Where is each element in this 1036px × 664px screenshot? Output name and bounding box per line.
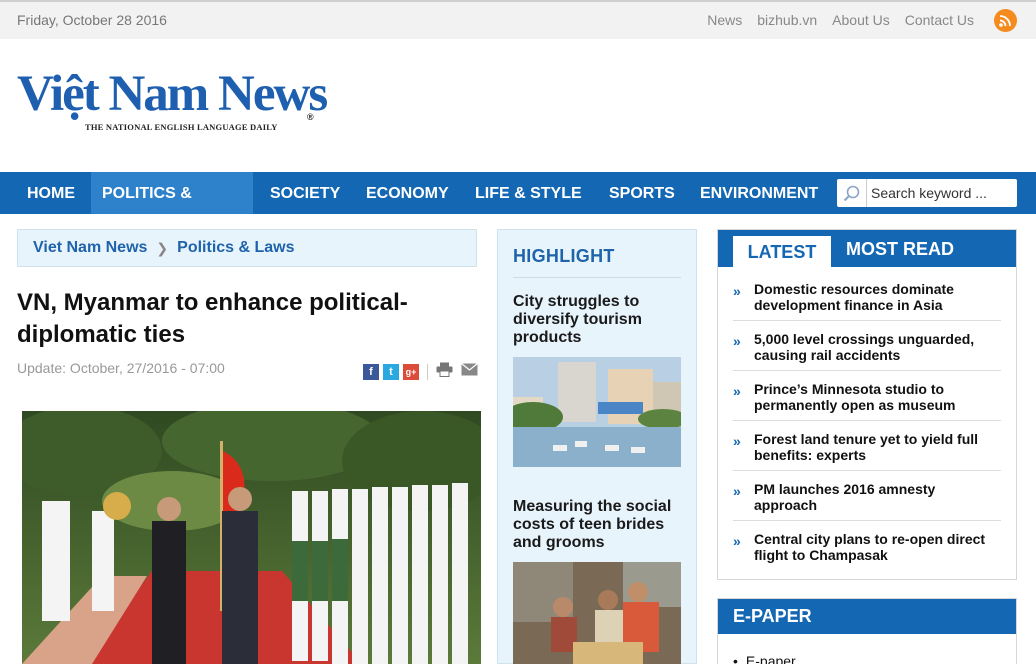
share-bar: f t g+ <box>363 362 478 382</box>
article-title: VN, Myanmar to enhance political-diploma… <box>17 289 408 348</box>
list-item[interactable]: » 5,000 level crossings unguarded, causi… <box>733 331 1001 371</box>
double-chevron-icon: » <box>733 533 741 549</box>
share-divider <box>427 364 428 380</box>
logo-wordmark: Việt Nam News <box>17 66 328 122</box>
double-chevron-icon: » <box>733 433 741 449</box>
epaper-link-label[interactable]: E-paper <box>746 653 796 664</box>
highlight-item-image[interactable] <box>513 357 681 467</box>
nav-item-life-style[interactable]: LIFE & STYLE <box>465 172 592 214</box>
breadcrumb: Viet Nam News ❯ Politics & Laws <box>17 229 477 267</box>
list-item[interactable]: » Prince’s Minnesota studio to permanent… <box>733 381 1001 421</box>
epaper-link[interactable]: • E-paper <box>733 653 796 664</box>
nav-item-economy[interactable]: ECONOMY <box>356 172 459 214</box>
top-link-contact-us[interactable]: Contact Us <box>905 12 974 28</box>
list-item-title[interactable]: Domestic resources dominate development … <box>754 281 1001 313</box>
double-chevron-icon: » <box>733 483 741 499</box>
print-icon[interactable] <box>436 362 453 382</box>
tab-latest[interactable]: LATEST <box>733 236 831 267</box>
search-input[interactable] <box>871 183 1011 203</box>
list-item-title[interactable]: Forest land tenure yet to yield full ben… <box>754 431 1001 463</box>
list-item-title[interactable]: Prince’s Minnesota studio to permanently… <box>754 381 1001 413</box>
list-item-title[interactable]: Central city plans to re-open direct fli… <box>754 531 1001 563</box>
double-chevron-icon: » <box>733 383 741 399</box>
top-bar: Friday, October 28 2016 News bizhub.vn A… <box>0 0 1036 39</box>
logo-registered-mark: ® <box>307 112 314 122</box>
chevron-right-icon: ❯ <box>156 239 169 256</box>
highlight-panel: HIGHLIGHT City struggles to diversify to… <box>497 229 697 664</box>
top-links: News bizhub.vn About Us Contact Us <box>707 12 974 28</box>
email-icon[interactable] <box>461 363 478 381</box>
article-photo[interactable] <box>22 411 481 664</box>
nav-item-home[interactable]: HOME <box>17 172 85 214</box>
list-item[interactable]: » PM launches 2016 amnesty approach <box>733 481 1001 521</box>
top-link-bizhub[interactable]: bizhub.vn <box>757 12 817 28</box>
highlight-item-title[interactable]: City struggles to diversify tourism prod… <box>513 293 683 347</box>
article-update-time: Update: October, 27/2016 - 07:00 <box>17 360 225 376</box>
current-date: Friday, October 28 2016 <box>17 12 167 28</box>
google-plus-icon[interactable]: g+ <box>403 364 419 380</box>
nav-item-politics-laws[interactable]: POLITICS & LAWS <box>91 172 253 246</box>
nav-item-sports[interactable]: SPORTS <box>599 172 685 214</box>
double-chevron-icon: » <box>733 283 741 299</box>
main-nav: HOME POLITICS & LAWS SOCIETY ECONOMY LIF… <box>0 172 1036 246</box>
top-link-about-us[interactable]: About Us <box>832 12 890 28</box>
search-icon[interactable] <box>837 179 867 207</box>
list-item[interactable]: » Forest land tenure yet to yield full b… <box>733 431 1001 471</box>
breadcrumb-section[interactable]: Politics & Laws <box>177 239 294 257</box>
breadcrumb-home[interactable]: Viet Nam News <box>33 239 147 257</box>
highlight-item-title[interactable]: Measuring the social costs of teen bride… <box>513 498 683 552</box>
bullet-icon: • <box>733 653 738 664</box>
epaper-panel: E-PAPER • E-paper <box>717 598 1017 664</box>
search-box <box>837 179 1017 207</box>
highlight-heading: HIGHLIGHT <box>513 246 615 266</box>
list-item[interactable]: » Domestic resources dominate developmen… <box>733 281 1001 321</box>
highlight-divider <box>513 277 681 278</box>
nav-item-environment[interactable]: ENVIRONMENT <box>690 172 828 214</box>
twitter-icon[interactable]: t <box>383 364 399 380</box>
list-item-title[interactable]: 5,000 level crossings unguarded, causing… <box>754 331 1001 363</box>
nav-item-society[interactable]: SOCIETY <box>260 172 350 214</box>
facebook-icon[interactable]: f <box>363 364 379 380</box>
epaper-heading: E-PAPER <box>718 599 1016 634</box>
rss-icon[interactable] <box>994 9 1017 32</box>
tab-most-read[interactable]: MOST READ <box>846 236 954 267</box>
site-logo[interactable]: Việt Nam News THE NATIONAL ENGLISH LANGU… <box>17 68 337 138</box>
latest-tabs: LATEST MOST READ <box>718 230 1016 267</box>
highlight-item-image[interactable] <box>513 562 681 664</box>
latest-panel: LATEST MOST READ » Domestic resources do… <box>717 229 1017 580</box>
list-item-title[interactable]: PM launches 2016 amnesty approach <box>754 481 1001 513</box>
logo-tagline: THE NATIONAL ENGLISH LANGUAGE DAILY <box>85 122 278 132</box>
list-item[interactable]: » Central city plans to re-open direct f… <box>733 531 1001 571</box>
double-chevron-icon: » <box>733 333 741 349</box>
top-link-news[interactable]: News <box>707 12 742 28</box>
